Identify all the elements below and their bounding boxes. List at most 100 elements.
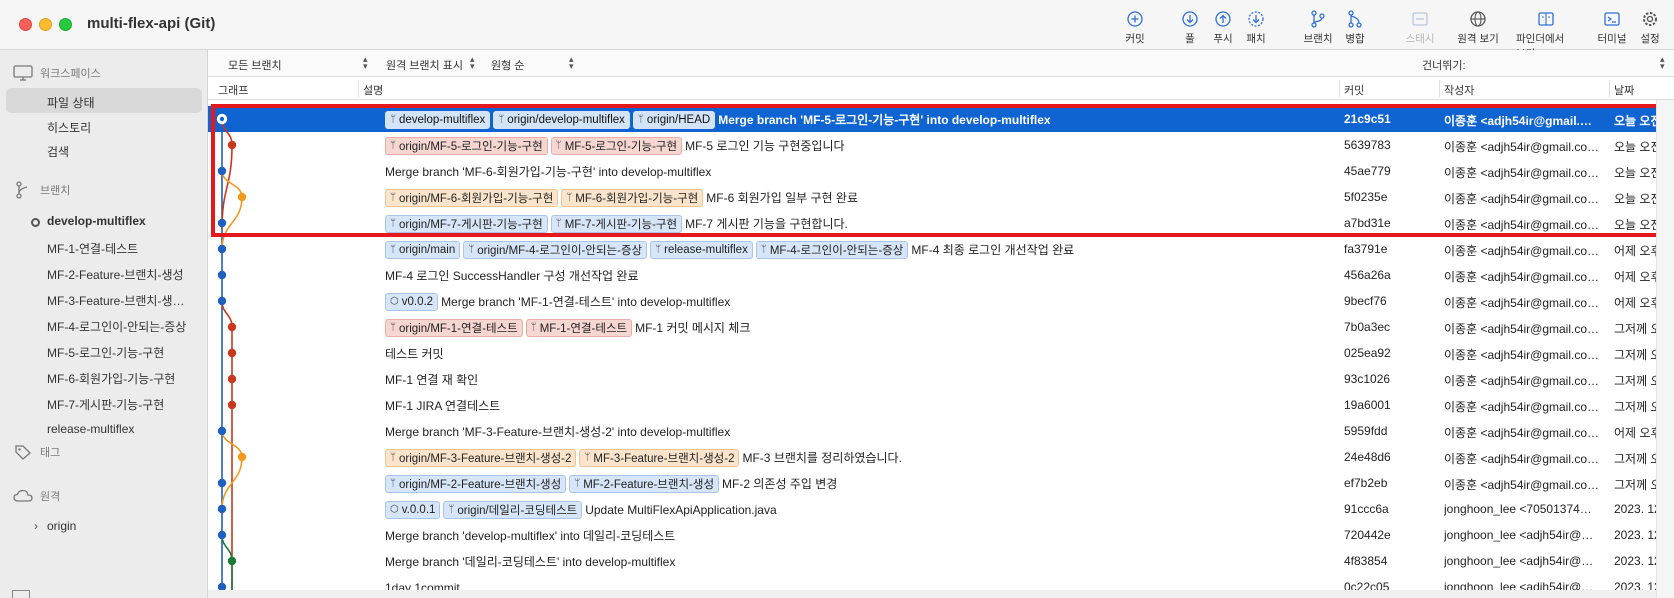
sidebar-branch-item[interactable]: MF-4-로그인이-안되는-증상	[47, 318, 186, 335]
commit-node[interactable]	[217, 478, 227, 488]
remote-branch-toggle[interactable]: 원격 브랜치 표시	[386, 57, 463, 73]
branch-badge[interactable]: ᛘ MF-7-게시판-기능-구현	[550, 214, 683, 233]
commit-row[interactable]: ᛘ origin/MF-5-로그인-기능-구현 ᛘ MF-5-로그인-기능-구현 MF-…	[208, 132, 1674, 158]
commit-row[interactable]: ᛘ origin/MF-3-Feature-브랜치-생성-2 ᛘ MF-3-Featu…	[208, 444, 1674, 470]
toolbar-button-globe[interactable]: 원격 보기	[1448, 10, 1508, 46]
commit-node[interactable]	[237, 452, 247, 462]
sidebar-item-search[interactable]: 검색	[47, 143, 69, 160]
commit-row[interactable]: MF-4 로그인 SuccessHandler 구성 개선작업 완료 456a26…	[208, 262, 1674, 288]
commit-row[interactable]: ⬡ v0.0.2 Merge branch 'MF-1-연결-테스트' into d…	[208, 288, 1674, 314]
column-divider[interactable]	[358, 80, 359, 97]
tag-badge[interactable]: ⬡ v0.0.2	[385, 292, 439, 311]
vertical-scrollbar[interactable]	[1656, 100, 1674, 598]
commit-node[interactable]	[217, 296, 227, 306]
chevron-updown-icon[interactable]: ▴ ▾	[1660, 55, 1665, 71]
commit-row[interactable]: ᛘ origin/main ᛘ origin/MF-4-로그인이-안되는-증상 ᛘ rel…	[208, 236, 1674, 262]
chevron-right-icon[interactable]: ›	[34, 519, 38, 533]
branch-badge[interactable]: ᛘ origin/MF-5-로그인-기능-구현	[385, 136, 548, 155]
commit-row[interactable]: ᛘ origin/MF-7-게시판-기능-구현 ᛘ MF-7-게시판-기능-구현 MF-…	[208, 210, 1674, 236]
commit-row[interactable]: ᛘ origin/MF-6-회원가입-기능-구현 ᛘ MF-6-회원가입-기능-구현 M…	[208, 184, 1674, 210]
sidebar-item-history[interactable]: 히스토리	[47, 119, 91, 136]
app-window: multi-flex-api (Git) 커밋 풀 푸시 패치 브랜치 병합 스태시 원격 보…	[0, 0, 1674, 598]
branch-badge[interactable]: ᛘ origin/MF-6-회원가입-기능-구현	[385, 188, 559, 207]
toolbar-button-finder[interactable]: 파인더에서 보기	[1516, 10, 1576, 60]
branch-filter-select[interactable]: 모든 브랜치	[228, 57, 282, 73]
column-divider[interactable]	[1339, 80, 1340, 97]
commit-row[interactable]: Merge branch 'MF-3-Feature-브랜치-생성-2' int…	[208, 418, 1674, 444]
branch-icon: ᛘ	[390, 478, 396, 489]
commit-row[interactable]: Merge branch 'develop-multiflex' into 데일…	[208, 522, 1674, 548]
sidebar-branch-item[interactable]: MF-6-회원가입-기능-구현	[47, 370, 175, 387]
branch-badge[interactable]: ᛘ develop-multiflex	[385, 110, 491, 129]
toolbar-button-gear[interactable]: 설정	[1620, 10, 1674, 46]
toolbar-button-merge[interactable]: 병합	[1325, 10, 1385, 46]
branch-badge[interactable]: ᛘ origin/main	[385, 240, 461, 259]
branch-badge[interactable]: ᛘ origin/develop-multiflex	[493, 110, 630, 129]
commit-node[interactable]	[227, 400, 237, 410]
sidebar-item-remote-origin[interactable]: origin	[47, 519, 76, 533]
commit-description: ᛘ develop-multiflex ᛘ origin/develop-multif…	[385, 110, 1051, 129]
branch-badge[interactable]: ᛘ origin/MF-2-Feature-브랜치-생성	[385, 474, 567, 493]
branch-badge[interactable]: ᛘ MF-6-회원가입-기능-구현	[561, 188, 704, 207]
column-author[interactable]: 작성자	[1444, 82, 1474, 98]
commit-node[interactable]	[217, 166, 227, 176]
commit-node[interactable]	[217, 530, 227, 540]
commit-hash: 21c9c51	[1344, 112, 1391, 126]
horizontal-scrollbar[interactable]	[208, 590, 1656, 598]
branch-badge[interactable]: ᛘ release-multiflex	[650, 240, 753, 259]
branch-badge[interactable]: ᛘ origin/MF-4-로그인이-안되는-증상	[463, 240, 648, 259]
commit-node[interactable]	[227, 322, 237, 332]
commit-node[interactable]	[227, 140, 237, 150]
commit-node[interactable]	[217, 270, 227, 280]
tag-badge[interactable]: ⬡ v.0.0.1	[385, 500, 441, 519]
commit-node[interactable]	[217, 244, 227, 254]
branch-badge[interactable]: ᛘ origin/HEAD	[632, 110, 716, 129]
branch-badge[interactable]: ᛘ origin/데일리-코딩테스트	[443, 500, 583, 519]
commit-node[interactable]	[227, 348, 237, 358]
sidebar-item-file-status[interactable]: 파일 상태	[47, 94, 95, 111]
commit-node[interactable]	[217, 504, 227, 514]
column-description[interactable]: 설명	[363, 82, 383, 98]
branch-badge[interactable]: ᛘ origin/MF-1-연결-테스트	[385, 318, 523, 337]
branch-badge[interactable]: ᛘ MF-1-연결-테스트	[525, 318, 633, 337]
sidebar-branch-item[interactable]: MF-3-Feature-브랜치-생…	[47, 292, 185, 309]
commit-row[interactable]: ᛘ develop-multiflex ᛘ origin/develop-multif…	[208, 106, 1674, 132]
commit-row[interactable]: ᛘ origin/MF-1-연결-테스트 ᛘ MF-1-연결-테스트 MF-1 커밋 메…	[208, 314, 1674, 340]
commit-row[interactable]: 테스트 커밋 025ea92 이종훈 <adjh54ir@gmail.co… 그저께 …	[208, 340, 1674, 366]
column-divider[interactable]	[1439, 80, 1440, 97]
order-select[interactable]: 원형 순	[491, 57, 524, 73]
commit-node[interactable]	[237, 192, 247, 202]
commit-row[interactable]: Merge branch '데일리-코딩테스트' into develop-mu…	[208, 548, 1674, 574]
toolbar-button-commit[interactable]: 커밋	[1105, 10, 1165, 46]
sidebar-branch-item[interactable]: release-multiflex	[47, 422, 134, 436]
close-window-button[interactable]	[19, 18, 32, 31]
minimize-window-button[interactable]	[39, 18, 52, 31]
sidebar-branch-item[interactable]: develop-multiflex	[47, 214, 146, 228]
branch-badge[interactable]: ᛘ MF-4-로그인이-안되는-증상	[755, 240, 909, 259]
branch-badge[interactable]: ᛘ MF-3-Feature-브랜치-생성-2	[579, 448, 740, 467]
commit-row[interactable]: Merge branch 'MF-6-회원가입-기능-구현' into deve…	[208, 158, 1674, 184]
commit-row[interactable]: ᛘ origin/MF-2-Feature-브랜치-생성 ᛘ MF-2-Feature…	[208, 470, 1674, 496]
ref-name: origin/HEAD	[646, 113, 711, 126]
column-commit[interactable]: 커밋	[1344, 82, 1364, 98]
sidebar-branch-item[interactable]: MF-5-로그인-기능-구현	[47, 344, 164, 361]
zoom-window-button[interactable]	[59, 18, 72, 31]
commit-node[interactable]	[217, 218, 227, 228]
branch-badge[interactable]: ᛘ origin/MF-3-Feature-브랜치-생성-2	[385, 448, 577, 467]
column-divider[interactable]	[1609, 80, 1610, 97]
commit-node[interactable]	[227, 556, 237, 566]
sidebar-branch-item[interactable]: MF-1-연결-테스트	[47, 240, 138, 257]
branch-badge[interactable]: ᛘ origin/MF-7-게시판-기능-구현	[385, 214, 548, 233]
commit-row[interactable]: ⬡ v.0.0.1 ᛘ origin/데일리-코딩테스트 Update MultiFle…	[208, 496, 1674, 522]
sidebar-branch-item[interactable]: MF-7-게시판-기능-구현	[47, 396, 164, 413]
branch-badge[interactable]: ᛘ MF-5-로그인-기능-구현	[550, 136, 683, 155]
commit-node[interactable]	[217, 426, 227, 436]
commit-row[interactable]: MF-1 연결 재 확인 93c1026 이종훈 <adjh54ir@gmail.c…	[208, 366, 1674, 392]
sidebar-branch-item[interactable]: MF-2-Feature-브랜치-생성	[47, 266, 184, 283]
commit-row[interactable]: MF-1 JIRA 연결테스트 19a6001 이종훈 <adjh54ir@gmai…	[208, 392, 1674, 418]
column-date[interactable]: 날짜	[1614, 82, 1634, 98]
column-graph[interactable]: 그래프	[218, 82, 248, 98]
branch-badge[interactable]: ᛘ MF-2-Feature-브랜치-생성	[569, 474, 720, 493]
toolbar-button-fetch[interactable]: 패치	[1226, 10, 1286, 46]
commit-node[interactable]	[227, 374, 237, 384]
